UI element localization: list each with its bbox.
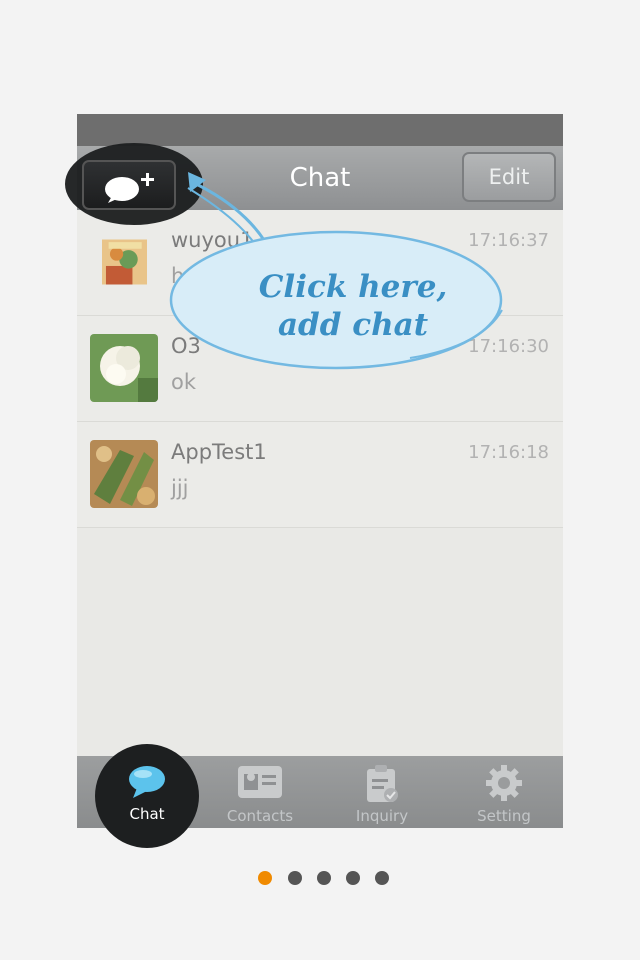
tab-inquiry[interactable]: Inquiry (321, 756, 443, 828)
white-rose-photo-icon (90, 334, 158, 402)
tab-label: Inquiry (355, 807, 409, 825)
tooltip-line: Click here, (258, 269, 448, 305)
chat-bubble-icon (129, 766, 165, 798)
flower-photo-icon (102, 239, 147, 285)
tooltip-line: add chat (277, 307, 429, 343)
add-chat-icon (105, 173, 154, 203)
status-bar (77, 114, 563, 146)
page-dot[interactable] (375, 871, 389, 885)
page-dot[interactable] (346, 871, 360, 885)
gear-icon (486, 765, 522, 801)
tab-contacts[interactable]: Contacts (199, 756, 321, 828)
page-dot-active[interactable] (258, 871, 272, 885)
list-item[interactable]: AppTest1 jjj 17:16:18 (77, 422, 563, 528)
page-dot[interactable] (288, 871, 302, 885)
contact-card-icon (238, 766, 282, 798)
tab-label: Chat (129, 805, 165, 823)
chat-time: 17:16:18 (468, 442, 549, 463)
tooltip-text: Click here, add chat (228, 268, 478, 344)
chat-preview: jjj (171, 476, 189, 500)
tab-label: Contacts (226, 807, 294, 825)
page-dot[interactable] (317, 871, 331, 885)
tab-label: Setting (477, 807, 531, 825)
chat-name: AppTest1 (171, 440, 267, 464)
food-photo-icon (90, 440, 158, 508)
tab-setting[interactable]: Setting (443, 756, 563, 828)
clipboard-check-icon (367, 765, 398, 802)
